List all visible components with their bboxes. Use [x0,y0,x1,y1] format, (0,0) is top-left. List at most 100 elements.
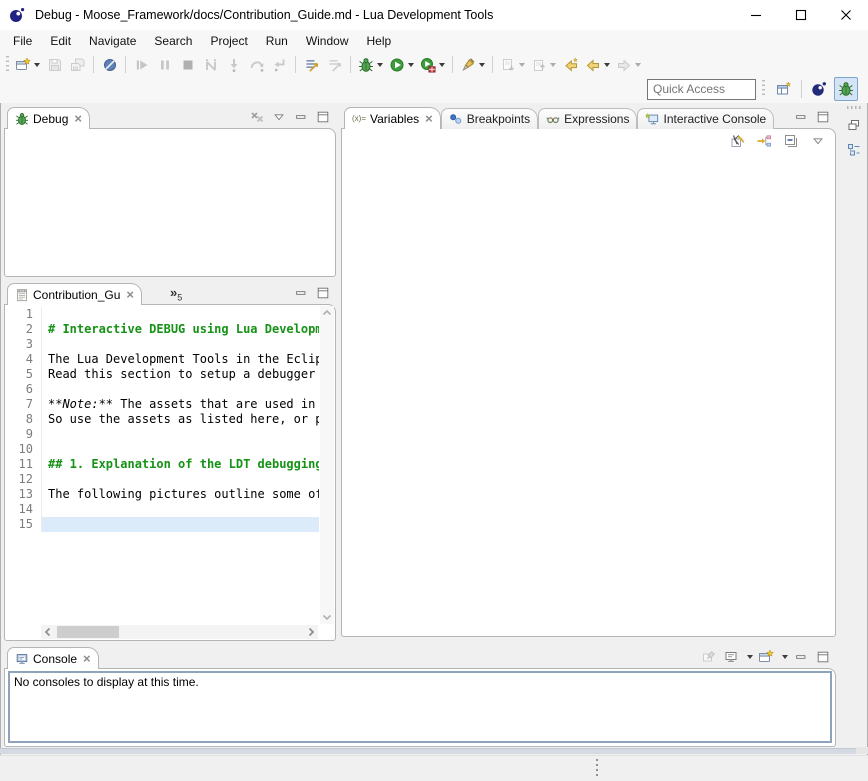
open-perspective-button[interactable] [773,78,795,100]
tab-variables[interactable]: (x)= Variables × [344,107,441,129]
profile-button[interactable] [418,54,447,76]
step-return-button[interactable] [269,54,290,76]
status-drag-handle[interactable] [596,759,598,777]
menu-search[interactable]: Search [145,31,201,51]
scrollbar-thumb[interactable] [57,626,119,638]
editor-vertical-scrollbar[interactable] [320,306,334,624]
resize-grip[interactable] [856,747,868,754]
editor-line[interactable]: 3 [5,337,319,352]
tab-interactive-console[interactable]: Interactive Console [637,108,774,129]
save-all-button[interactable] [67,54,88,76]
back-button[interactable] [583,54,612,76]
window-maximize-button[interactable] [778,0,823,30]
tab-breakpoints[interactable]: Breakpoints [441,108,538,129]
hidden-editors-chevron[interactable]: »5 [170,285,182,305]
dropdown-icon[interactable] [519,63,525,67]
quick-access-input[interactable] [647,79,756,100]
editor-line[interactable]: 13The following pictures outline some of [5,487,319,502]
drag-handle[interactable] [847,106,862,109]
dropdown-icon[interactable] [550,63,556,67]
next-annotation-button[interactable] [498,54,527,76]
show-type-names-button[interactable] [728,132,746,150]
collapse-all-button[interactable] [782,132,800,150]
view-menu-button[interactable] [809,132,827,150]
editor-line[interactable]: 5Read this section to setup a debugger [5,367,319,382]
tab-expressions[interactable]: Expressions [538,108,637,129]
outline-view-button[interactable] [845,141,863,159]
lua-perspective-button[interactable] [808,78,830,100]
menu-window[interactable]: Window [297,31,358,51]
menu-run[interactable]: Run [257,31,297,51]
close-icon[interactable]: × [126,290,134,300]
minimize-view-button[interactable] [792,108,810,126]
disconnect-button[interactable] [200,54,221,76]
editor-line[interactable]: 6 [5,382,319,397]
close-icon[interactable]: × [83,654,91,664]
restore-views-button[interactable] [845,116,863,134]
variables-content[interactable] [343,153,834,635]
suspend-button[interactable] [154,54,175,76]
run-button[interactable] [387,54,416,76]
scroll-right-icon[interactable] [306,627,316,637]
scroll-left-icon[interactable] [43,627,53,637]
debug-button[interactable] [356,54,385,76]
dropdown-icon[interactable] [439,63,445,67]
menu-project[interactable]: Project [201,31,256,51]
display-selected-console-button[interactable] [722,648,740,666]
menu-navigate[interactable]: Navigate [80,31,145,51]
resume-button[interactable] [131,54,152,76]
tab-contribution-guide[interactable]: Contribution_Gu × [7,283,142,305]
menu-edit[interactable]: Edit [41,31,80,51]
console-output-area[interactable]: No consoles to display at this time. [8,671,832,743]
dropdown-icon[interactable] [34,63,40,67]
maximize-view-button[interactable] [814,108,832,126]
terminate-button[interactable] [177,54,198,76]
dropdown-icon[interactable] [747,655,753,659]
editor-line[interactable]: 10 [5,442,319,457]
maximize-view-button[interactable] [814,648,832,666]
menu-help[interactable]: Help [358,31,401,51]
tab-console[interactable]: Console × [7,647,99,669]
dropdown-icon[interactable] [782,655,788,659]
minimize-view-button[interactable] [292,284,310,302]
pin-console-button[interactable] [700,648,718,666]
dropdown-icon[interactable] [377,63,383,67]
tab-debug[interactable]: Debug × [7,107,90,129]
scroll-down-icon[interactable] [322,612,332,622]
editor-line[interactable]: 11## 1. Explanation of the LDT debugging [5,457,319,472]
remove-all-terminated-button[interactable] [248,108,266,126]
editor-line[interactable]: 8So use the assets as listed here, or p [5,412,319,427]
bottom-sash[interactable] [0,748,856,754]
window-close-button[interactable] [823,0,868,30]
dropdown-icon[interactable] [635,63,641,67]
minimize-view-button[interactable] [292,108,310,126]
editor-line[interactable]: 4The Lua Development Tools in the Eclip [5,352,319,367]
editor-horizontal-scrollbar[interactable] [41,625,318,639]
editor-line[interactable]: 12 [5,472,319,487]
maximize-view-button[interactable] [314,108,332,126]
dropdown-icon[interactable] [604,63,610,67]
previous-annotation-button[interactable] [529,54,558,76]
editor-line[interactable]: 9 [5,427,319,442]
scroll-up-icon[interactable] [322,308,332,318]
menu-file[interactable]: File [4,31,41,51]
window-minimize-button[interactable] [733,0,778,30]
minimize-view-button[interactable] [792,648,810,666]
maximize-view-button[interactable] [314,284,332,302]
skip-all-breakpoints-button[interactable] [99,54,120,76]
view-menu-button[interactable] [270,108,288,126]
dropdown-icon[interactable] [479,63,485,67]
editor-line[interactable]: 7**Note:** The assets that are used in [5,397,319,412]
new-button[interactable] [13,54,42,76]
save-button[interactable] [44,54,65,76]
editor-line[interactable]: 15 [5,517,319,532]
step-over-button[interactable] [246,54,267,76]
forward-button[interactable] [614,54,643,76]
close-icon[interactable]: × [74,114,82,124]
editor-content[interactable]: 12# Interactive DEBUG using Lua Developm… [4,304,336,641]
editor-line[interactable]: 14 [5,502,319,517]
editor-line[interactable]: 2# Interactive DEBUG using Lua Developm [5,322,319,337]
use-step-filters-button[interactable] [301,54,322,76]
last-edit-location-button[interactable] [560,54,581,76]
show-logical-structures-button[interactable] [755,132,773,150]
